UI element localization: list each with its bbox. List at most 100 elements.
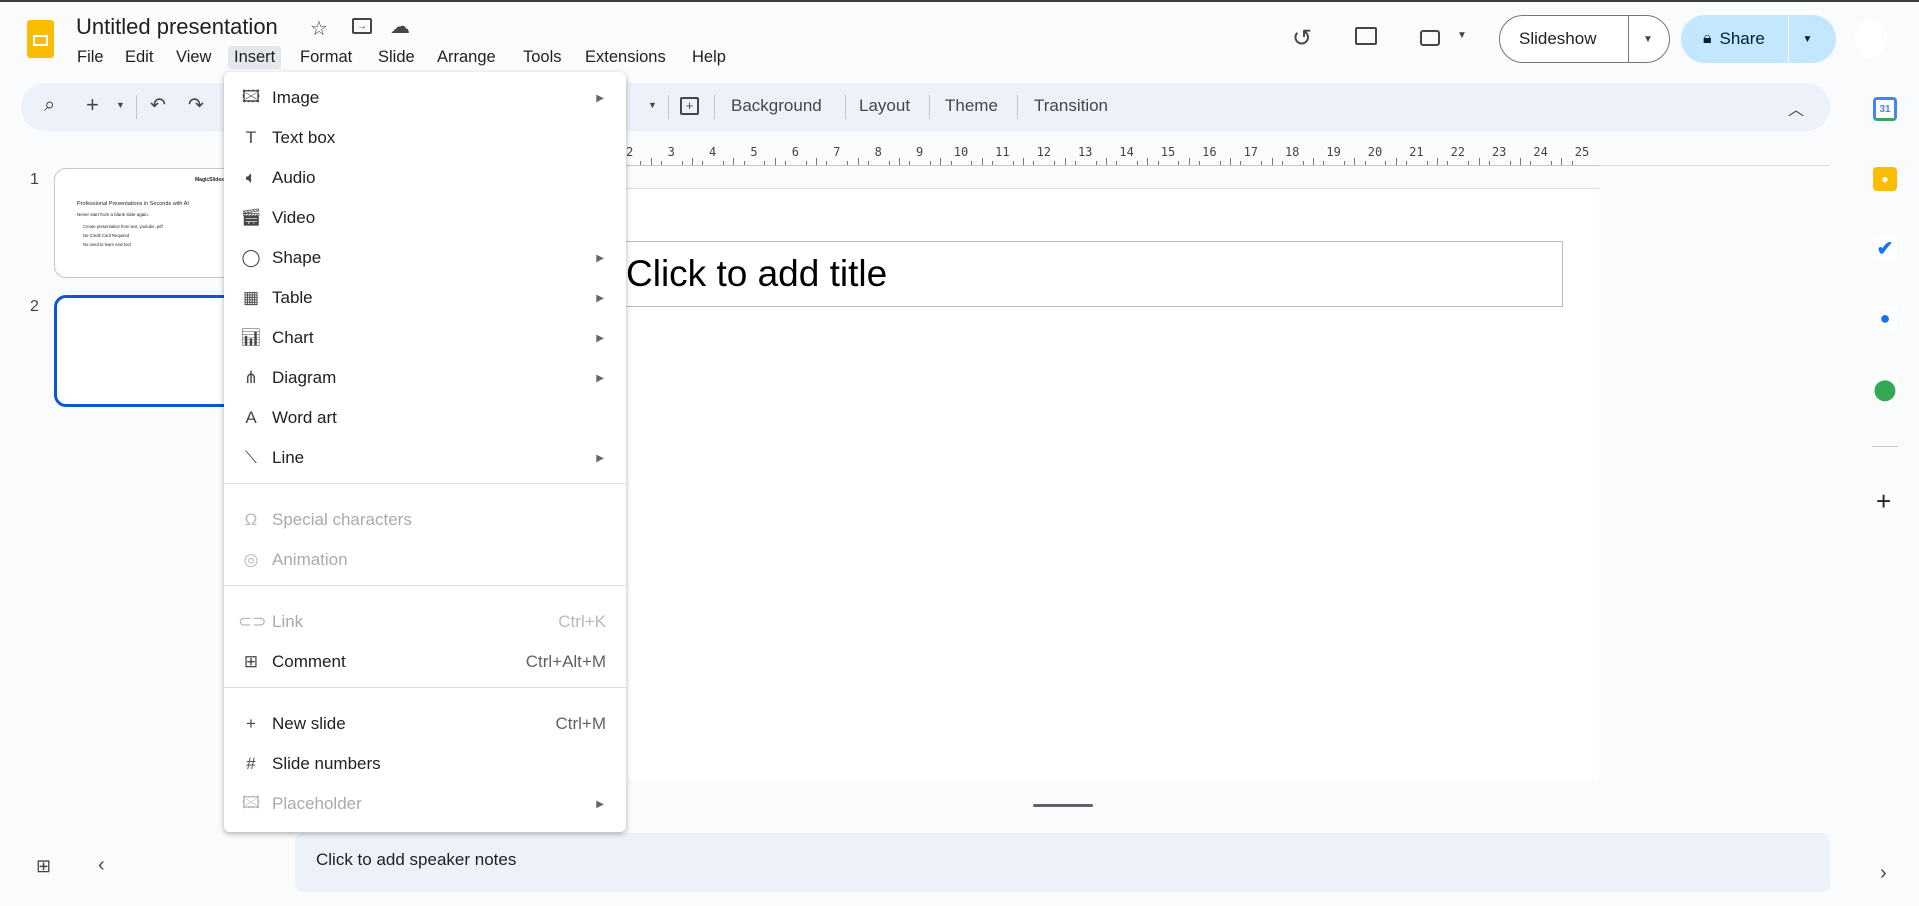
ruler-tick	[1147, 158, 1149, 165]
background-button[interactable]: Background	[731, 96, 822, 116]
meet-icon[interactable]	[1420, 30, 1440, 46]
ruler-number: 14	[1119, 145, 1134, 159]
menu-item-table[interactable]: ▦ Table ▶	[224, 278, 626, 318]
menu-help[interactable]: Help	[686, 46, 732, 69]
show-side-panel-icon[interactable]: ›	[1880, 862, 1887, 885]
speaker-notes[interactable]: Click to add speaker notes	[295, 833, 1830, 892]
cloud-saved-icon[interactable]: ☁	[390, 14, 410, 39]
maps-icon[interactable]: ⬤	[1873, 377, 1897, 401]
lock-icon: 🔒︎	[1703, 30, 1712, 47]
menu-separator	[224, 483, 626, 484]
redo-icon[interactable]: ↷	[188, 94, 204, 117]
menu-slide[interactable]: Slide	[372, 46, 421, 69]
add-comment-icon[interactable]: +	[680, 97, 699, 115]
layout-button[interactable]: Layout	[859, 96, 910, 116]
line-tool-caret-icon[interactable]: ▼	[648, 100, 657, 110]
search-menus-icon[interactable]: ⌕	[44, 94, 55, 117]
menu-separator	[224, 585, 626, 586]
ruler-tick	[992, 161, 994, 165]
ruler-tick	[1571, 161, 1573, 165]
submenu-arrow-icon: ▶	[596, 798, 604, 810]
meet-caret-icon[interactable]: ▼	[1457, 30, 1467, 41]
ruler-tick	[681, 161, 683, 165]
title-placeholder[interactable]: Click to add title	[583, 241, 1563, 307]
calendar-icon[interactable]: 31	[1873, 97, 1897, 121]
tasks-icon[interactable]: ✔	[1873, 236, 1897, 260]
menu-file[interactable]: File	[71, 46, 110, 69]
slideshow-button[interactable]: Slideshow ▼	[1499, 15, 1670, 63]
menu-extensions[interactable]: Extensions	[579, 46, 672, 69]
ruler-tick	[1343, 161, 1345, 165]
contacts-icon[interactable]: ●	[1873, 306, 1897, 330]
document-title[interactable]: Untitled presentation	[76, 14, 278, 40]
ruler-number: 10	[953, 145, 969, 159]
ruler-tick	[1530, 161, 1532, 165]
slides-logo[interactable]	[27, 20, 54, 58]
ruler-number: 12	[1036, 145, 1052, 159]
get-addons-icon[interactable]: +	[1876, 486, 1891, 517]
thumb-logo: MagicSlides	[195, 177, 224, 183]
slide-thumbnail-2[interactable]	[54, 295, 250, 407]
shortcut: Ctrl+M	[555, 714, 606, 733]
version-history-icon[interactable]: ↺	[1292, 24, 1312, 53]
menu-item-video[interactable]: 🎬︎ Video	[224, 198, 626, 238]
slideshow-caret-icon[interactable]: ▼	[1643, 34, 1653, 45]
menu-item-word-art[interactable]: A Word art	[224, 398, 626, 438]
ruler-tick	[774, 158, 776, 165]
menu-item-shape[interactable]: ◯ Shape ▶	[224, 238, 626, 278]
slide-canvas[interactable]: Click to add title	[547, 188, 1599, 780]
ruler-number: 16	[1202, 145, 1217, 159]
menu-item-label: Diagram	[272, 368, 337, 387]
menu-item-diagram[interactable]: ⋔ Diagram ▶	[224, 358, 626, 398]
menu-item-audio[interactable]: 🔈︎ Audio	[224, 158, 626, 198]
diagram-icon: ⋔	[243, 368, 259, 387]
menu-arrange[interactable]: Arrange	[431, 46, 502, 69]
menu-item-line[interactable]: ⟍ Line ▶	[224, 438, 626, 478]
menu-tools[interactable]: Tools	[517, 46, 568, 69]
toolbar-divider	[136, 95, 137, 119]
ruler-number: 9	[915, 145, 924, 159]
ruler-number: 15	[1160, 145, 1176, 159]
menu-edit[interactable]: Edit	[119, 46, 159, 69]
menu-item-image[interactable]: 🖾 Image ▶	[224, 78, 626, 118]
new-slide-caret-icon[interactable]: ▼	[116, 100, 125, 110]
ruler-tick	[981, 158, 983, 165]
menu-item-slide-numbers[interactable]: # Slide numbers	[224, 744, 626, 784]
collapse-toolbar-icon[interactable]: ︿	[1788, 96, 1804, 120]
ruler-tick	[1468, 161, 1470, 165]
menu-item-label: Audio	[272, 168, 316, 187]
collapse-filmstrip-icon[interactable]: ‹	[98, 854, 105, 877]
thumb-heading: Professional Presentations in Seconds wi…	[77, 201, 189, 207]
menu-item-text-box[interactable]: T Text box	[224, 118, 626, 158]
menu-view[interactable]: View	[170, 46, 217, 69]
menu-format[interactable]: Format	[294, 46, 358, 69]
keep-icon[interactable]: ●	[1873, 167, 1897, 191]
transition-button[interactable]: Transition	[1034, 96, 1108, 116]
share-caret-icon[interactable]: ▼	[1803, 34, 1813, 45]
menu-item-label: Video	[272, 208, 316, 227]
ruler-number: 11	[995, 145, 1010, 159]
menu-item-chart[interactable]: 📊︎ Chart ▶	[224, 318, 626, 358]
slide-number: 1	[30, 171, 39, 188]
menu-item-new-slide[interactable]: + New slide Ctrl+M	[224, 704, 626, 744]
star-icon[interactable]: ☆	[310, 16, 328, 41]
move-folder-icon[interactable]: →	[352, 18, 372, 34]
ruler-tick	[1488, 161, 1490, 165]
submenu-arrow-icon: ▶	[596, 92, 604, 104]
grid-view-icon[interactable]: ⊞	[36, 856, 51, 877]
share-button[interactable]: 🔒︎ Share ▼	[1681, 15, 1836, 63]
menu-insert[interactable]: Insert	[228, 46, 282, 69]
account-avatar[interactable]	[1855, 19, 1887, 59]
shape-icon: ◯	[241, 248, 261, 267]
slide-thumbnail-1[interactable]: MagicSlides Professional Presentations i…	[54, 168, 250, 278]
menu-item-link: ⊂⊃ Link Ctrl+K	[224, 602, 626, 642]
new-slide-icon[interactable]: +	[86, 92, 99, 118]
menu-item-comment[interactable]: ⊞ Comment Ctrl+Alt+M	[224, 642, 626, 682]
horizontal-ruler[interactable]: 2 3 4 5 6 7 8 9 10 11 12 13 14 15 16 17 18 19 20 21 22 23 24 25	[547, 144, 1599, 166]
comments-icon[interactable]	[1355, 27, 1377, 45]
theme-button[interactable]: Theme	[945, 96, 998, 116]
undo-icon[interactable]: ↶	[150, 94, 166, 117]
ruler-tick	[1136, 161, 1138, 165]
ruler-number: 7	[833, 145, 841, 159]
notes-resize-handle[interactable]	[1033, 804, 1093, 807]
